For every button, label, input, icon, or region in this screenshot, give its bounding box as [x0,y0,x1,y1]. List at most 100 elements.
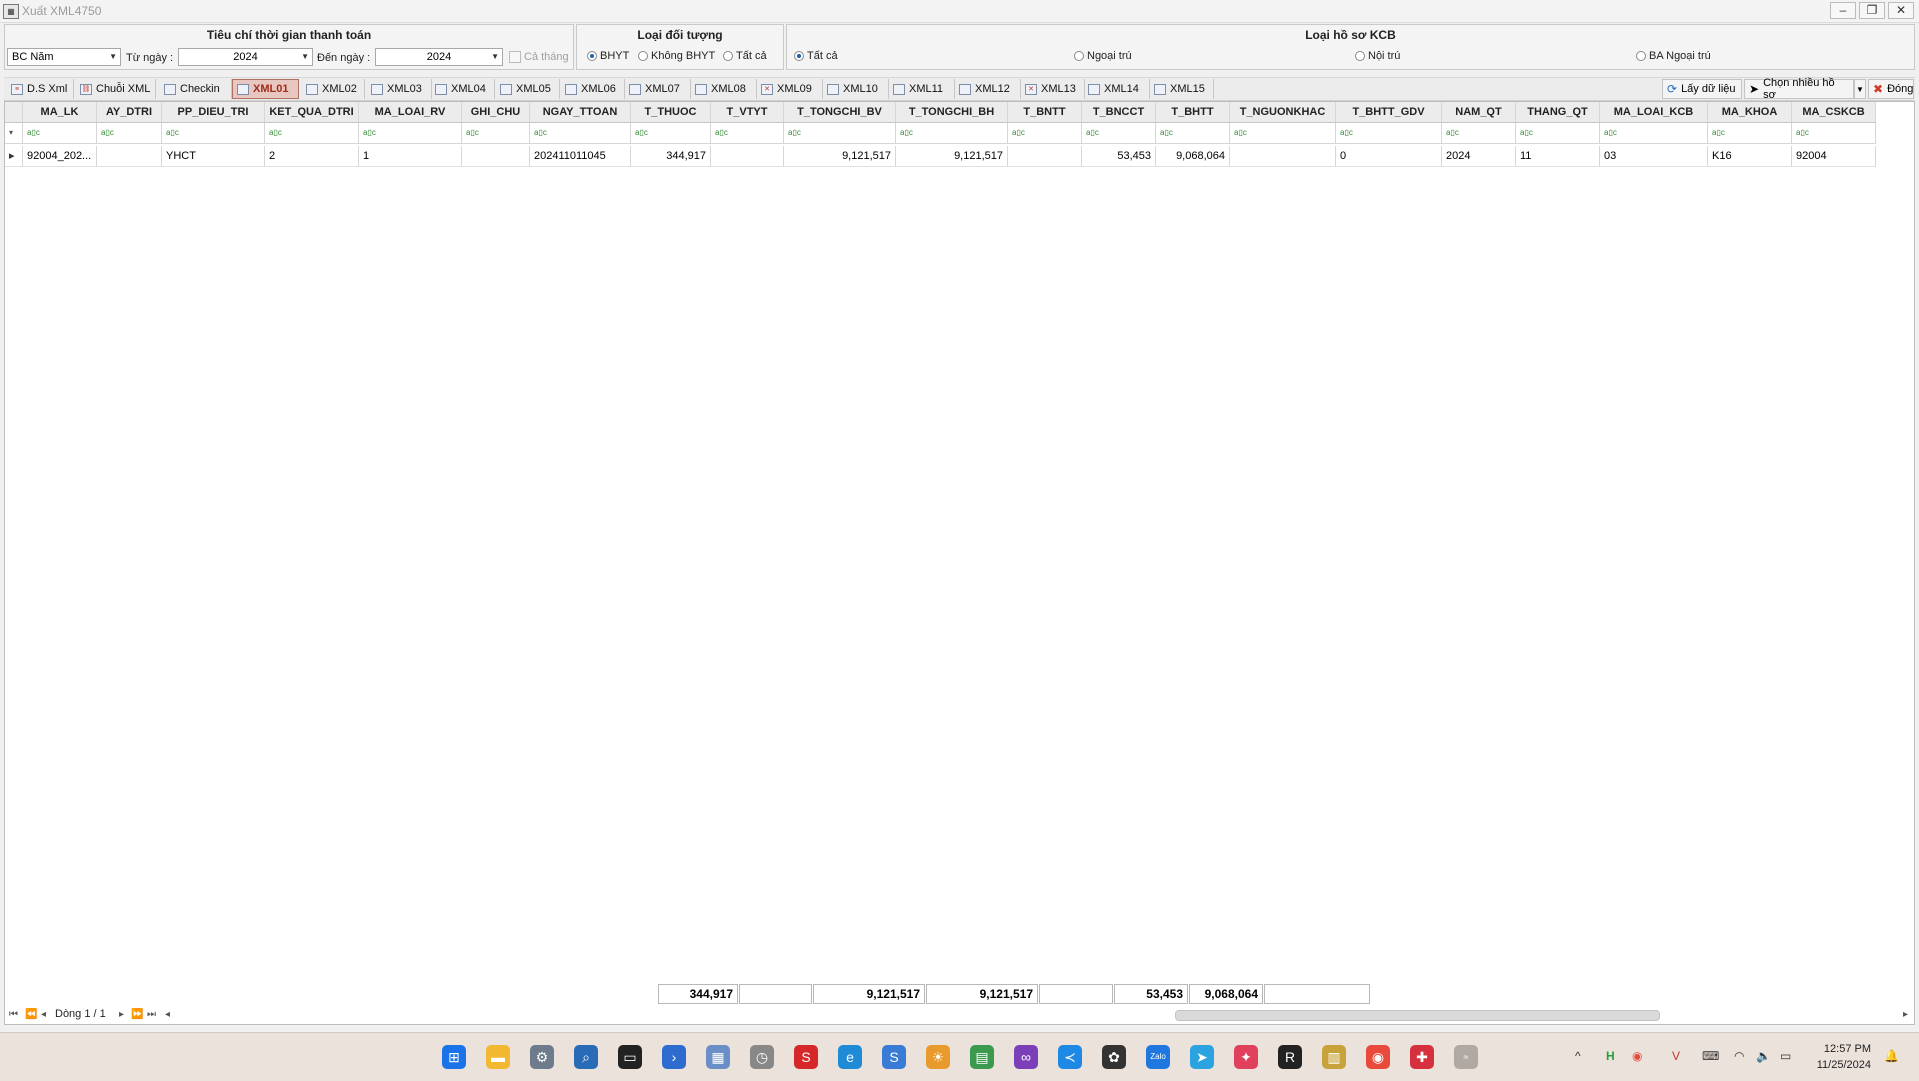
zalo-icon[interactable]: Zalo [1146,1045,1170,1069]
report-type-select[interactable]: BC Năm ▼ [7,48,121,66]
tab-xml03[interactable]: XML03 [367,79,432,99]
cell-ma-khoa[interactable]: K16 [1708,146,1792,166]
archive-app-icon[interactable]: ▥ [1322,1045,1346,1069]
tab-xml06[interactable]: XML06 [561,79,625,99]
tab-xml05[interactable]: XML05 [496,79,560,99]
cell-ma-loai-rv[interactable]: 1 [359,146,462,166]
misc-app-icon[interactable]: ≈ [1454,1045,1478,1069]
cell-ket-qua-dtri[interactable]: 2 [265,146,359,166]
minimize-button[interactable]: – [1830,2,1856,19]
cell-t-bhtt[interactable]: 9,068,064 [1156,146,1230,166]
tab-xml11[interactable]: XML11 [889,79,955,99]
tray-h-icon[interactable]: H [1606,1049,1615,1063]
radio-kcb-all[interactable]: Tất cả [794,50,838,62]
radio-object-bhyt[interactable]: BHYT [587,50,629,62]
cell-t-bntt[interactable] [1008,146,1082,166]
cell-t-nguonkhac[interactable] [1230,146,1336,166]
filter-cell-ket-qua-dtri[interactable]: a▯c [265,123,359,143]
tab-xml15[interactable]: XML15 [1150,79,1214,99]
column-header-t-bntt[interactable]: T_BNTT [1008,102,1082,122]
horizontal-scrollbar-thumb[interactable] [1175,1010,1660,1021]
cell-t-tongchi-bv[interactable]: 9,121,517 [784,146,896,166]
cell-pp-dieu-tri[interactable]: YHCT [162,146,265,166]
terminal-icon[interactable]: ▭ [618,1045,642,1069]
scroll-left-icon[interactable]: ◂ [165,1009,170,1020]
star-app-icon[interactable]: ✦ [1234,1045,1258,1069]
column-header-t-bhtt[interactable]: T_BHTT [1156,102,1230,122]
keyboard-icon[interactable]: ⌨ [1702,1049,1719,1063]
tab-xml13[interactable]: ✕ XML13 [1021,79,1085,99]
column-header-t-tongchi-bv[interactable]: T_TONGCHI_BV [784,102,896,122]
sun-app-icon[interactable]: ☀ [926,1045,950,1069]
radio-object-all[interactable]: Tất cả [723,50,767,62]
cell-ay-dtri[interactable] [97,146,162,166]
chatgpt-icon[interactable]: ✿ [1102,1045,1126,1069]
cell-t-vtyt[interactable] [711,146,784,166]
cell-t-tongchi-bh[interactable]: 9,121,517 [896,146,1008,166]
filter-cell-t-bhtt-gdv[interactable]: a▯c [1336,123,1442,143]
edge-browser-icon[interactable]: e [838,1045,862,1069]
battery-icon[interactable]: ▭ [1780,1049,1791,1063]
prev-page-icon[interactable]: ⏪ [25,1009,37,1020]
sql-app-icon[interactable]: S [794,1045,818,1069]
filter-cell-t-bhtt[interactable]: a▯c [1156,123,1230,143]
tab-ds-xml[interactable]: ≡ D.S Xml [7,79,74,99]
visual-studio-icon[interactable]: ∞ [1014,1045,1038,1069]
cell-t-thuoc[interactable]: 344,917 [631,146,711,166]
filter-cell-t-tongchi-bv[interactable]: a▯c [784,123,896,143]
radio-kcb-ba-outpatient[interactable]: BA Ngoại trú [1636,50,1711,62]
column-header-t-tongchi-bh[interactable]: T_TONGCHI_BH [896,102,1008,122]
to-date-select[interactable]: 2024 ▼ [375,48,503,66]
multi-select-dropdown[interactable]: ▼ [1854,79,1866,99]
column-header-ma-cskcb[interactable]: MA_CSKCB [1792,102,1876,122]
cell-ghi-chu[interactable] [462,146,530,166]
filter-cell-ma-loai-rv[interactable]: a▯c [359,123,462,143]
filter-cell-ma-lk[interactable]: a▯c [23,123,97,143]
column-header-t-bhtt-gdv[interactable]: T_BHTT_GDV [1336,102,1442,122]
restore-button[interactable]: ❐ [1859,2,1885,19]
column-header-t-vtyt[interactable]: T_VTYT [711,102,784,122]
filter-cell-t-thuoc[interactable]: a▯c [631,123,711,143]
telegram-icon[interactable]: ➤ [1190,1045,1214,1069]
filter-cell-t-bncct[interactable]: a▯c [1082,123,1156,143]
prev-record-icon[interactable]: ◂ [41,1009,46,1020]
multi-select-button[interactable]: ➤ Chọn nhiều hồ sơ [1744,77,1854,101]
column-header-ma-lk[interactable]: MA_LK [23,102,97,122]
cell-ma-cskcb[interactable]: 92004 [1792,146,1876,166]
tab-xml12[interactable]: XML12 [955,79,1021,99]
column-header-t-thuoc[interactable]: T_THUOC [631,102,711,122]
whole-month-checkbox[interactable]: Cả tháng [509,51,569,63]
filter-cell-t-vtyt[interactable]: a▯c [711,123,784,143]
close-form-button[interactable]: ✖ Đóng [1868,79,1914,99]
radio-kcb-inpatient[interactable]: Nội trú [1355,50,1400,62]
tray-v-icon[interactable]: V [1672,1049,1680,1063]
scroll-right-icon[interactable]: ▸ [1903,1009,1908,1020]
clock-app-icon[interactable]: ◷ [750,1045,774,1069]
cell-t-bhtt-gdv[interactable]: 0 [1336,146,1442,166]
column-header-ma-khoa[interactable]: MA_KHOA [1708,102,1792,122]
notification-bell-icon[interactable]: 🔔 [1884,1049,1899,1063]
filter-cell-t-nguonkhac[interactable]: a▯c [1230,123,1336,143]
column-header-t-nguonkhac[interactable]: T_NGUONKHAC [1230,102,1336,122]
fetch-data-button[interactable]: ⟳ Lấy dữ liệu [1662,79,1742,99]
filter-cell-t-bntt[interactable]: a▯c [1008,123,1082,143]
last-record-icon[interactable]: ⏭ [147,1009,156,1020]
tab-chuoi-xml[interactable]: ⛓ Chuỗi XML [76,79,156,99]
volume-icon[interactable]: 🔈 [1756,1049,1771,1063]
tab-xml09[interactable]: ✕ XML09 [757,79,823,99]
column-header-t-bncct[interactable]: T_BNCCT [1082,102,1156,122]
column-header-pp-dieu-tri[interactable]: PP_DIEU_TRI [162,102,265,122]
cell-thang-qt[interactable]: 11 [1516,146,1600,166]
vscode-icon[interactable]: ≺ [1058,1045,1082,1069]
column-header-ay-dtri[interactable]: AY_DTRI [97,102,162,122]
column-header-nam-qt[interactable]: NAM_QT [1442,102,1516,122]
cell-t-bncct[interactable]: 53,453 [1082,146,1156,166]
column-header-ngay-ttoan[interactable]: NGAY_TTOAN [530,102,631,122]
column-header-ma-loai-rv[interactable]: MA_LOAI_RV [359,102,462,122]
tab-xml07[interactable]: XML07 [625,79,691,99]
column-header-ma-loai-kcb[interactable]: MA_LOAI_KCB [1600,102,1708,122]
next-page-icon[interactable]: ⏩ [131,1009,143,1020]
chart-app-icon[interactable]: ▦ [706,1045,730,1069]
tab-xml04[interactable]: XML04 [431,79,495,99]
tab-xml01[interactable]: XML01 [232,79,299,99]
